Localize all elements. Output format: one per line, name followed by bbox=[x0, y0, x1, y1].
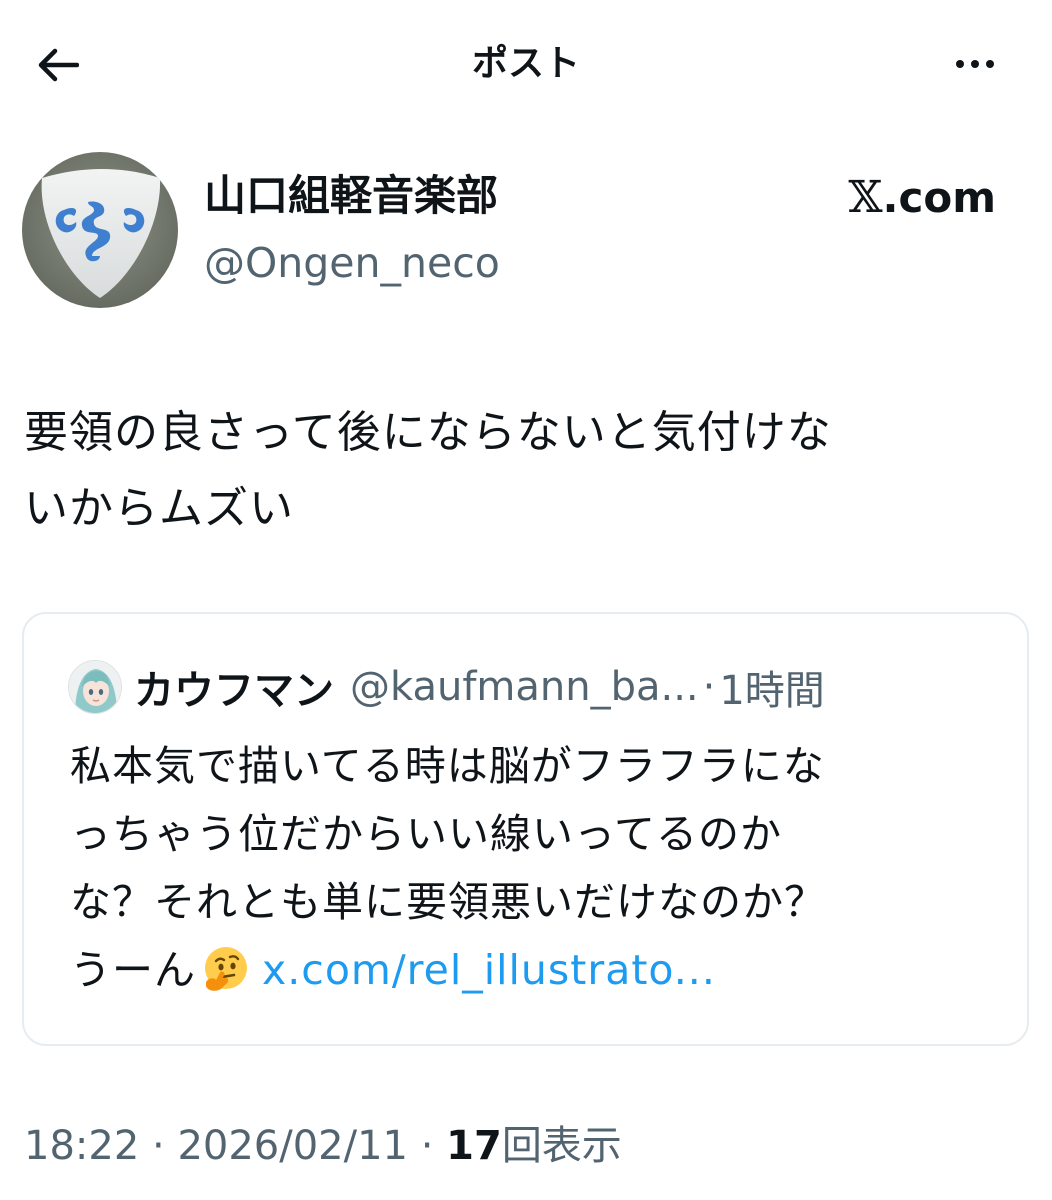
quoted-post-text: 私本気で描いてる時は脳がフラフラにな っちゃう位だからいい線いってるのか な？そ… bbox=[70, 732, 1000, 1004]
quoted-text-line: 私本気で描いてる時は脳がフラフラにな bbox=[70, 742, 825, 790]
quoted-text-line-last: うーん x.com/rel_illustrato... bbox=[70, 936, 1000, 1004]
ellipsis-dot bbox=[986, 60, 994, 68]
quoted-author-handle: @kaufmann_ba... bbox=[350, 664, 699, 710]
quoted-author-name: カウフマン bbox=[134, 668, 334, 714]
source-domain: .com bbox=[882, 173, 996, 222]
guitar-pick-avatar-image bbox=[22, 152, 178, 308]
quoted-post-link[interactable]: x.com/rel_illustrato... bbox=[262, 946, 716, 994]
views-count[interactable]: 17 bbox=[446, 1123, 502, 1169]
quoted-text-line: っちゃう位だからいい線いってるのか bbox=[70, 810, 782, 858]
quoted-post-card[interactable]: カウフマン @kaufmann_ba... · 1時間 私本気で描いてる時は脳が… bbox=[22, 612, 1029, 1046]
quoted-post-time: 1時間 bbox=[719, 668, 825, 714]
quoted-author-avatar bbox=[68, 660, 122, 714]
thinking-face-icon bbox=[205, 947, 247, 991]
quoted-text-line: な？それとも単に要領悪いだけなのか？ bbox=[70, 878, 826, 926]
author-name[interactable]: 山口組軽音楽部 bbox=[204, 168, 498, 224]
more-options-button[interactable] bbox=[940, 40, 1010, 88]
quoted-text-fragment: うーん bbox=[70, 946, 196, 994]
author-handle[interactable]: @Ongen_neco bbox=[204, 236, 500, 290]
post-text-line: 要領の良さって後にならないと気付けな bbox=[24, 407, 832, 458]
ellipsis-dot bbox=[971, 60, 979, 68]
separator-dot: · bbox=[702, 664, 716, 710]
post-meta: 18:22 · 2026/02/11 · 17回表示 bbox=[24, 1118, 622, 1174]
post-text: 要領の良さって後にならないと気付けな いからムズい bbox=[24, 395, 1024, 547]
post-date: 2026/02/11 bbox=[177, 1123, 408, 1169]
page-title: ポスト bbox=[471, 43, 580, 84]
anime-avatar-image bbox=[69, 661, 121, 713]
separator-dot: · bbox=[152, 1123, 165, 1169]
source-label: 𝕏 .com bbox=[848, 172, 996, 224]
views-label: 回表示 bbox=[501, 1123, 622, 1169]
ellipsis-icon bbox=[956, 60, 964, 68]
top-bar: ポスト bbox=[0, 0, 1052, 128]
post-text-line: いからムズい bbox=[24, 483, 294, 534]
separator-dot: · bbox=[420, 1123, 434, 1169]
post-time: 18:22 bbox=[24, 1123, 140, 1169]
x-logo-icon: 𝕏 bbox=[848, 172, 883, 223]
quoted-post-header: カウフマン @kaufmann_ba... · 1時間 bbox=[68, 658, 825, 716]
author-avatar[interactable] bbox=[22, 152, 178, 308]
